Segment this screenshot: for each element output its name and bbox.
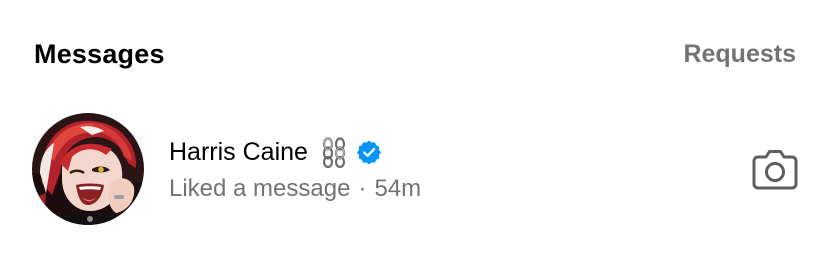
thread-info: Harris Caine Liked a message · 54m: [169, 135, 421, 203]
name-row: Harris Caine: [169, 135, 421, 169]
camera-icon[interactable]: [752, 148, 798, 190]
avatar[interactable]: [32, 113, 144, 225]
requests-link[interactable]: Requests: [683, 40, 796, 69]
avatar-image: [32, 113, 144, 225]
messages-screen: Messages Requests Harris Caine Liked a m…: [0, 0, 828, 254]
page-title: Messages: [34, 38, 165, 69]
verified-badge-icon: [356, 139, 382, 165]
timestamp: 54m: [374, 175, 422, 202]
thread-row[interactable]: Harris Caine Liked a message · 54m: [32, 112, 798, 226]
contact-name: Harris Caine: [169, 137, 308, 166]
chain-icon: [318, 136, 350, 169]
messages-header: Messages Requests: [34, 34, 796, 74]
activity-text: Liked a message: [169, 175, 351, 202]
separator-dot: ·: [358, 175, 367, 202]
thread-status: Liked a message · 54m: [169, 175, 421, 203]
